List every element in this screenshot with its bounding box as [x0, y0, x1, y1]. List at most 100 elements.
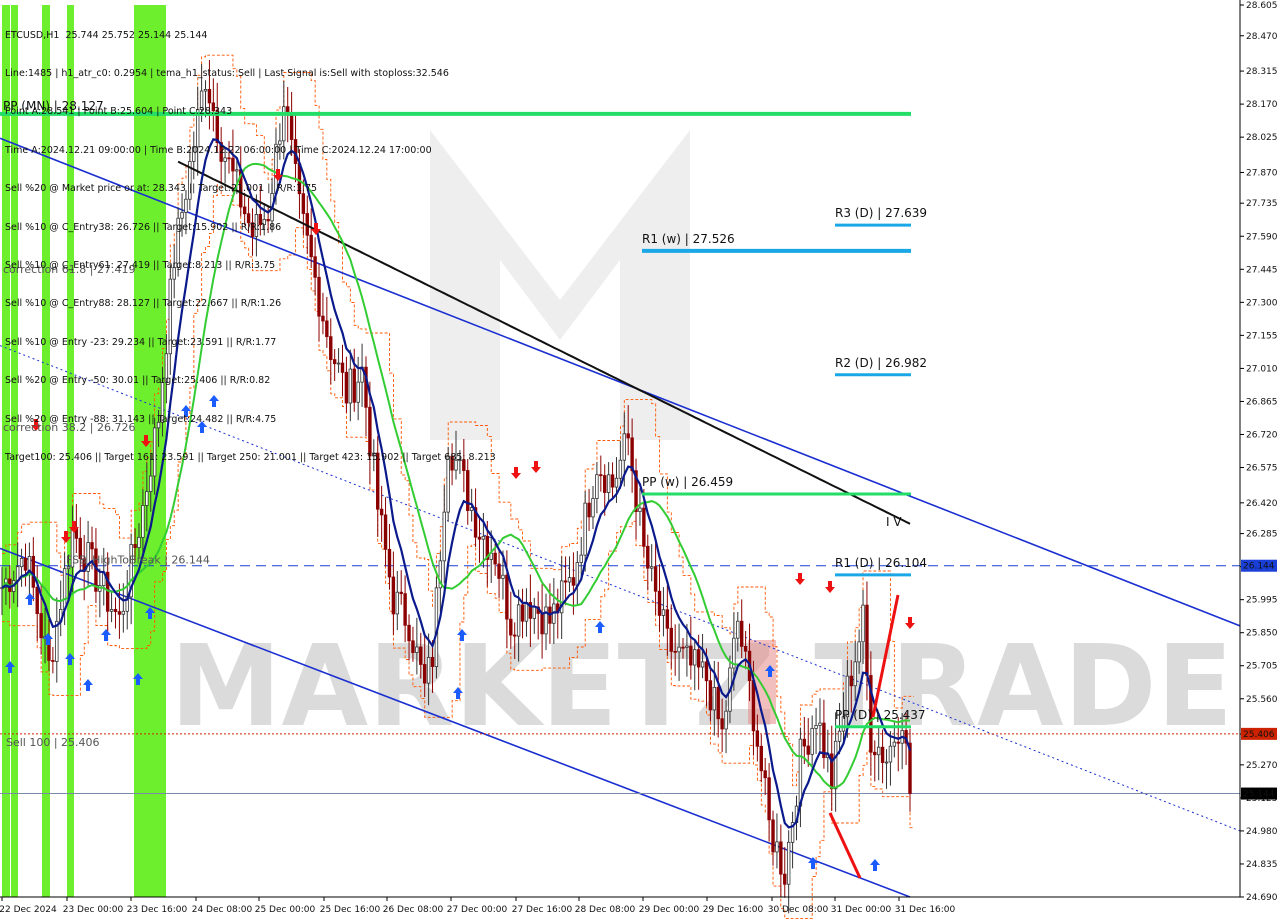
candle-body [775, 841, 779, 853]
candle-body [677, 646, 681, 653]
time-tick-label: 22 Dec 2024 [0, 905, 57, 915]
candle-body [853, 661, 857, 687]
candle-body [442, 511, 446, 562]
candle-body [493, 552, 497, 565]
candle-body [861, 604, 865, 643]
candle-body [145, 491, 149, 506]
price-tick-label: 24.835 [1246, 860, 1278, 870]
candle-body [880, 746, 885, 763]
candle-body [681, 646, 685, 649]
candle-body [62, 568, 67, 610]
price-tick-label: 27.010 [1246, 364, 1278, 374]
candle-body [415, 646, 419, 653]
side-label: FSB_HighToBreak | 26.144 [66, 554, 210, 567]
candle-body [477, 536, 482, 540]
candle-body [66, 566, 71, 570]
price-tick-label: 25.560 [1246, 695, 1278, 705]
candle-body [117, 611, 122, 615]
candle-body [583, 502, 587, 556]
candle-body [90, 542, 94, 550]
candle-body [642, 507, 646, 547]
price-tick-label: 24.980 [1246, 827, 1278, 837]
candle-body [540, 613, 544, 635]
candle-body [802, 738, 807, 747]
candle-body [884, 761, 889, 764]
price-marker: 25.144 [1241, 787, 1277, 800]
candle-body [751, 680, 756, 732]
time-tick-label: 27 Dec 16:00 [512, 905, 573, 915]
candle-body [673, 650, 677, 653]
candle-body [818, 722, 822, 726]
candle-body [740, 620, 744, 647]
price-tick-label: 24.690 [1246, 893, 1278, 903]
candle-body [806, 745, 810, 755]
pivot-label: R1 (D) | 26.104 [835, 556, 927, 570]
candle-body [712, 686, 717, 711]
price-marker-label: 25.144 [1243, 790, 1275, 800]
candle-body [876, 746, 881, 756]
candle-body [814, 725, 818, 729]
candle-body [55, 620, 59, 662]
candle-body [520, 604, 525, 622]
time-tick-label: 24 Dec 08:00 [192, 905, 253, 915]
candle-body [763, 770, 767, 779]
price-tick-label: 25.850 [1246, 629, 1278, 639]
pivot-label: R1 (w) | 27.526 [642, 232, 735, 246]
candle-body [743, 645, 748, 652]
candle-body [649, 566, 654, 569]
candle-body [563, 580, 568, 583]
candle-body [391, 576, 396, 615]
candle-body [614, 477, 619, 488]
info-line: Sell %20 @ Entry -50: 30.01 || Target:25… [5, 375, 271, 387]
candle-body [19, 557, 24, 568]
candle-body [509, 618, 513, 636]
candle-body [575, 562, 580, 586]
candle-body [873, 751, 877, 756]
candle-body [407, 624, 411, 642]
candle-body [567, 577, 572, 583]
candle-body [426, 657, 431, 684]
candle-body [622, 433, 626, 461]
time-tick-label: 27 Dec 00:00 [447, 905, 508, 915]
wave-label: I V [886, 515, 902, 529]
candle-body [501, 574, 505, 579]
candle-body [779, 841, 783, 875]
price-tick-label: 28.470 [1246, 32, 1278, 42]
price-tick-label: 27.445 [1246, 265, 1278, 275]
candle-body [704, 661, 709, 682]
candle-body [693, 649, 697, 666]
candle-body [724, 710, 728, 730]
info-line: Point A:28.541 | Point B:25.604 | Point … [5, 106, 233, 118]
candle-body [595, 474, 599, 499]
candle-body [31, 556, 36, 588]
candle-body [23, 557, 28, 571]
candle-body [736, 620, 740, 639]
candle-body [657, 590, 662, 616]
pivot-label: R2 (D) | 26.982 [835, 356, 927, 370]
candle-body [833, 740, 838, 790]
candle-body [599, 474, 603, 477]
info-line: Sell %10 @ C_Entry38: 26.726 || Target:1… [5, 221, 282, 233]
candle-body [720, 718, 724, 730]
candle-body [403, 593, 407, 626]
info-line: Time A:2024.12.21 09:00:00 | Time B:2024… [5, 144, 432, 156]
watermark-text: MARKETZ TRADE [170, 622, 1233, 752]
candle-body [587, 502, 591, 518]
candle-body [661, 609, 666, 616]
price-tick-label: 26.720 [1246, 430, 1278, 440]
candle-body [857, 641, 861, 663]
time-tick-label: 29 Dec 00:00 [639, 905, 700, 915]
candle-body [141, 505, 145, 538]
pivot-label: PP (D) | 25.437 [835, 708, 926, 722]
price-tick-label: 27.735 [1246, 199, 1278, 209]
pivot-label: R3 (D) | 27.639 [835, 206, 927, 220]
time-tick-label: 25 Dec 00:00 [255, 905, 316, 915]
candle-body [767, 777, 771, 821]
candle-body [610, 474, 615, 488]
candle-body [497, 563, 501, 579]
candle-body [685, 645, 689, 648]
candle-body [481, 535, 486, 540]
candle-body [708, 680, 713, 711]
candle-body [786, 841, 791, 885]
candle-body [810, 727, 814, 755]
